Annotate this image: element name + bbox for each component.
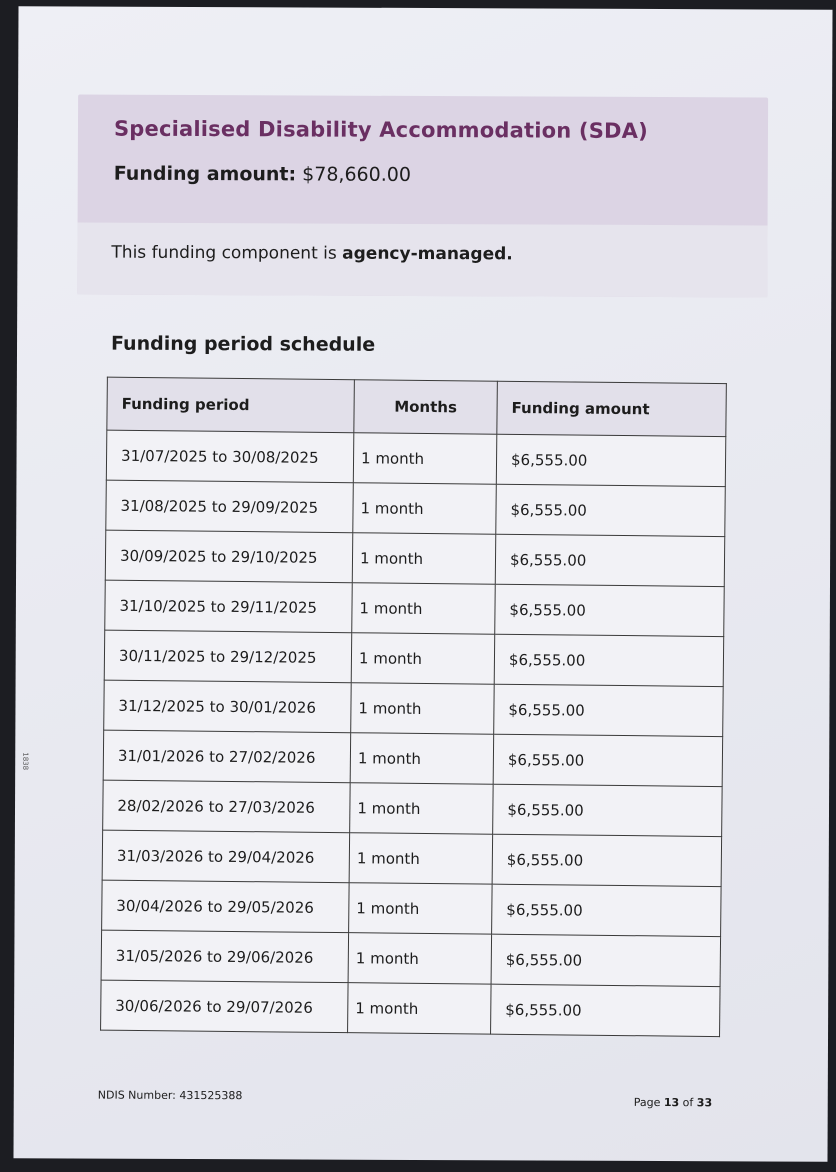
months-cell: 1 month [347,982,492,1035]
funding-amount-cell: $6,555.00 [496,434,726,487]
funding-amount-value: $78,660.00 [302,163,412,186]
page-total: 33 [696,1096,713,1110]
page-separator: of [679,1096,697,1110]
months-cell: 1 month [350,682,495,735]
funding-amount-cell: $6,555.00 [493,734,723,787]
funding-period-cell: 31/10/2025 to 29/11/2025 [104,580,353,633]
table-row: 31/01/2026 to 27/02/2026 1 month $6,555.00 [103,730,723,787]
table-row: 30/04/2026 to 29/05/2026 1 month $6,555.00 [101,880,722,937]
table-row: 31/12/2025 to 30/01/2026 1 month $6,555.00 [103,680,724,737]
table-row: 31/08/2025 to 29/09/2025 1 month $6,555.00 [105,480,726,537]
table-header-row: Funding period Months Funding amount [106,377,727,437]
funding-period-cell: 30/09/2025 to 29/10/2025 [105,530,353,583]
funding-schedule-table: Funding period Months Funding amount 31/… [100,377,727,1037]
months-cell: 1 month [350,732,494,785]
funding-period-cell: 31/12/2025 to 30/01/2026 [103,680,352,733]
sda-title: Specialised Disability Accommodation (SD… [113,116,648,143]
page-number: Page 13 of 33 [634,1096,712,1109]
table-row: 31/07/2025 to 30/08/2025 1 month $6,555.00 [106,430,726,487]
header-funding-amount: Funding amount [496,381,727,437]
ndis-number: NDIS Number: 431525388 [97,1088,243,1103]
page-prefix: Page [633,1095,664,1110]
funding-amount-cell: $6,555.00 [494,584,725,637]
months-cell: 1 month [352,532,496,585]
management-type: agency-managed. [342,243,513,265]
months-cell: 1 month [349,832,493,885]
funding-period-cell: 31/01/2026 to 27/02/2026 [103,730,351,783]
funding-period-cell: 31/05/2026 to 29/06/2026 [101,930,349,983]
table-row: 28/02/2026 to 27/03/2026 1 month $6,555.00 [102,780,723,837]
months-cell: 1 month [348,932,492,985]
funding-amount-cell: $6,555.00 [495,534,725,587]
funding-amount-cell: $6,555.00 [491,884,722,937]
funding-amount-cell: $6,555.00 [491,934,721,987]
funding-amount-cell: $6,555.00 [490,984,721,1037]
funding-amount-cell: $6,555.00 [492,784,723,837]
funding-period-cell: 30/11/2025 to 29/12/2025 [104,630,352,683]
table-row: 31/05/2026 to 29/06/2026 1 month $6,555.00 [101,930,721,987]
management-line: This funding component is agency-managed… [111,243,512,265]
months-cell: 1 month [352,482,497,535]
funding-amount-cell: $6,555.00 [495,484,726,537]
funding-amount-cell: $6,555.00 [492,834,722,887]
months-cell: 1 month [348,882,493,935]
months-cell: 1 month [351,582,496,635]
funding-period-cell: 31/08/2025 to 29/09/2025 [105,480,354,533]
document-page: 1838 Specialised Disability Accommodatio… [13,6,833,1162]
table-row: 30/11/2025 to 29/12/2025 1 month $6,555.00 [104,630,724,687]
schedule-body: 31/07/2025 to 30/08/2025 1 month $6,555.00… [100,430,726,1037]
schedule-title: Funding period schedule [110,332,376,356]
months-cell: 1 month [349,782,494,835]
funding-amount-label: Funding amount: [113,162,297,186]
header-months: Months [353,379,498,435]
funding-amount-cell: $6,555.00 [493,684,724,737]
table-row: 30/09/2025 to 29/10/2025 1 month $6,555.00 [105,530,725,587]
table-row: 30/06/2026 to 29/07/2026 1 month $6,555.00 [100,980,721,1037]
table-row: 31/10/2025 to 29/11/2025 1 month $6,555.00 [104,580,725,637]
funding-period-cell: 28/02/2026 to 27/03/2026 [102,780,351,833]
header-funding-period: Funding period [106,377,355,433]
margin-code: 1838 [21,752,30,771]
sda-summary-box: Specialised Disability Accommodation (SD… [77,94,769,298]
funding-period-cell: 30/06/2026 to 29/07/2026 [100,980,349,1033]
funding-amount-cell: $6,555.00 [494,634,724,687]
funding-period-cell: 31/03/2026 to 29/04/2026 [102,830,350,883]
months-cell: 1 month [351,632,495,685]
funding-period-cell: 30/04/2026 to 29/05/2026 [101,880,350,933]
months-cell: 1 month [353,432,497,485]
management-prefix: This funding component is [111,242,343,264]
funding-period-cell: 31/07/2025 to 30/08/2025 [106,430,354,483]
table-row: 31/03/2026 to 29/04/2026 1 month $6,555.00 [102,830,722,887]
funding-amount-line: Funding amount: $78,660.00 [114,163,411,186]
page-current: 13 [663,1096,680,1110]
